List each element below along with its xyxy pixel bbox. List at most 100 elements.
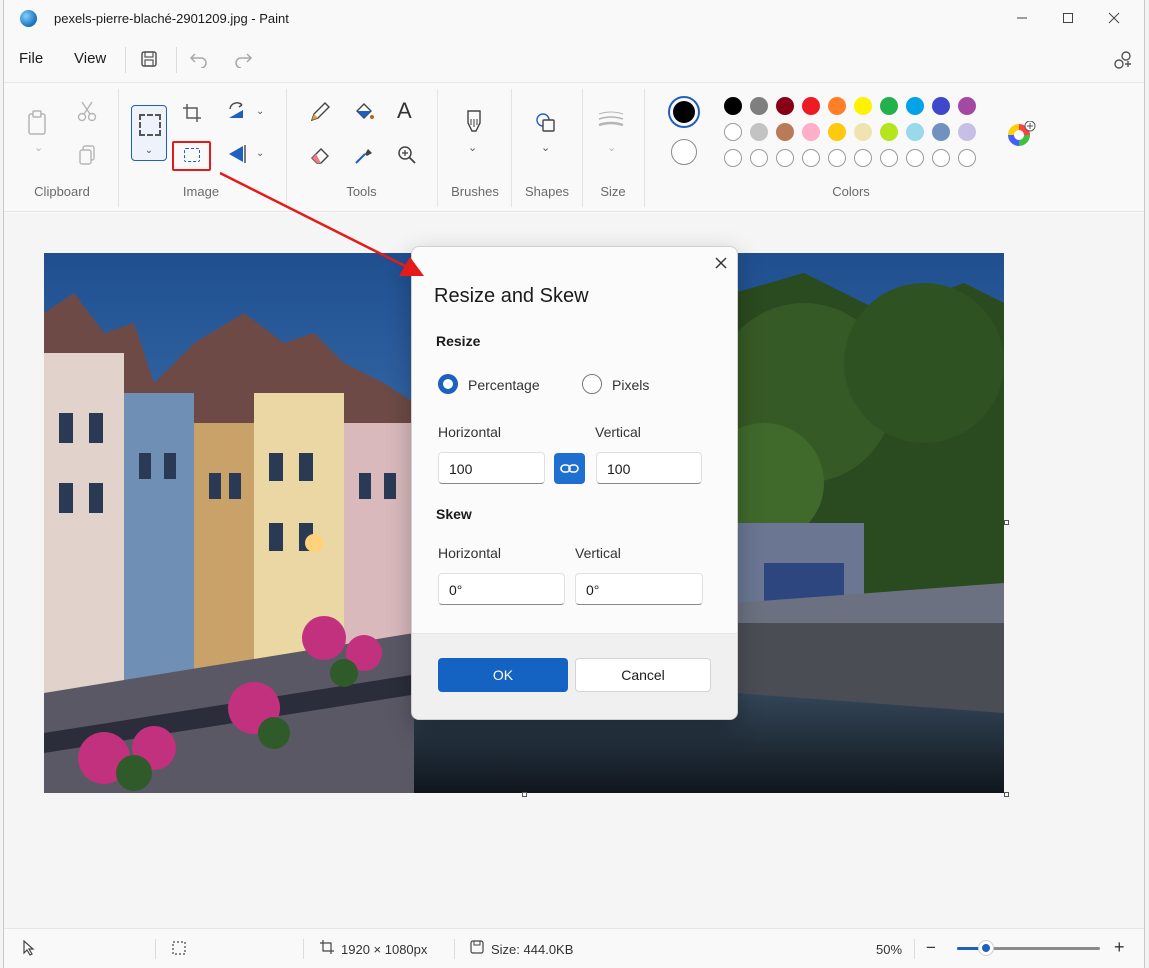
- palette-swatch[interactable]: [802, 97, 820, 115]
- shapes-icon[interactable]: [534, 111, 558, 139]
- custom-color-slot[interactable]: [880, 149, 898, 167]
- cancel-button[interactable]: Cancel: [575, 658, 711, 692]
- shapes-dropdown-icon[interactable]: ⌄: [541, 143, 550, 154]
- status-divider: [303, 939, 304, 959]
- custom-color-slot[interactable]: [776, 149, 794, 167]
- image-dimensions: 1920 × 1080px: [341, 942, 428, 957]
- magnifier-icon[interactable]: [397, 145, 417, 169]
- palette-swatch[interactable]: [932, 123, 950, 141]
- copy-icon[interactable]: [78, 145, 96, 169]
- ok-button[interactable]: OK: [438, 658, 568, 692]
- paint-window: pexels-pierre-blaché-2901209.jpg - Paint…: [3, 0, 1145, 968]
- skew-vertical-input[interactable]: 0°: [575, 573, 703, 605]
- resize-horizontal-input[interactable]: 100: [438, 452, 545, 484]
- pixels-label[interactable]: Pixels: [612, 377, 649, 393]
- crop-icon[interactable]: [182, 103, 202, 127]
- custom-color-slot[interactable]: [828, 149, 846, 167]
- brush-icon[interactable]: [465, 109, 483, 141]
- custom-color-slot[interactable]: [724, 149, 742, 167]
- canvas-area[interactable]: Resize and Skew Resize Percentage Pixels…: [4, 213, 1144, 928]
- custom-color-slot[interactable]: [854, 149, 872, 167]
- cut-icon[interactable]: [77, 100, 97, 126]
- file-menu[interactable]: File: [19, 50, 43, 67]
- palette-swatch[interactable]: [906, 123, 924, 141]
- custom-color-slot[interactable]: [802, 149, 820, 167]
- primary-color-button[interactable]: [668, 96, 700, 128]
- custom-color-slot[interactable]: [750, 149, 768, 167]
- resize-vertical-input[interactable]: 100: [596, 452, 702, 484]
- palette-swatch[interactable]: [776, 123, 794, 141]
- flip-dropdown-icon[interactable]: ⌄: [256, 149, 264, 159]
- rotate-dropdown-icon[interactable]: ⌄: [256, 107, 264, 117]
- palette-swatch[interactable]: [828, 97, 846, 115]
- palette-swatch[interactable]: [802, 123, 820, 141]
- maximize-icon: [1063, 13, 1073, 23]
- view-menu[interactable]: View: [74, 50, 106, 67]
- pixels-radio[interactable]: [582, 374, 602, 394]
- share-icon[interactable]: [1113, 50, 1133, 75]
- primary-color-swatch: [673, 101, 695, 123]
- resize-and-skew-button[interactable]: [172, 141, 211, 171]
- undo-icon[interactable]: [189, 50, 209, 73]
- window-title: pexels-pierre-blaché-2901209.jpg - Paint: [54, 11, 289, 26]
- selection-size-icon: [172, 941, 186, 958]
- skew-horizontal-input[interactable]: 0°: [438, 573, 565, 605]
- palette-swatch[interactable]: [958, 97, 976, 115]
- palette-swatch[interactable]: [880, 97, 898, 115]
- palette-swatch[interactable]: [958, 123, 976, 141]
- paste-icon[interactable]: [26, 110, 50, 142]
- ribbon-divider: [118, 89, 119, 207]
- palette-swatch[interactable]: [750, 97, 768, 115]
- minimize-button[interactable]: [999, 0, 1045, 36]
- palette-swatch[interactable]: [828, 123, 846, 141]
- file-size: Size: 444.0KB: [491, 942, 574, 957]
- palette-swatch[interactable]: [854, 123, 872, 141]
- palette-swatch[interactable]: [724, 123, 742, 141]
- paste-dropdown-icon[interactable]: ⌄: [34, 143, 43, 154]
- flip-icon[interactable]: [226, 143, 250, 169]
- dialog-close-button[interactable]: [715, 254, 727, 274]
- pencil-icon[interactable]: [309, 101, 331, 127]
- zoom-slider[interactable]: [957, 940, 1100, 956]
- resize-handle-right[interactable]: [1004, 520, 1009, 525]
- maximize-button[interactable]: [1045, 0, 1091, 36]
- color-picker-icon[interactable]: [353, 145, 375, 169]
- zoom-in-button[interactable]: +: [1114, 937, 1125, 958]
- custom-color-slot[interactable]: [932, 149, 950, 167]
- eraser-icon[interactable]: [309, 145, 331, 169]
- resize-vertical-label: Vertical: [595, 424, 641, 440]
- percentage-label[interactable]: Percentage: [468, 377, 540, 393]
- palette-swatch[interactable]: [932, 97, 950, 115]
- custom-color-slot[interactable]: [906, 149, 924, 167]
- fill-bucket-icon[interactable]: [353, 101, 375, 127]
- palette-swatch[interactable]: [880, 123, 898, 141]
- brushes-dropdown-icon[interactable]: ⌄: [468, 143, 477, 154]
- resize-horizontal-label: Horizontal: [438, 424, 502, 440]
- ribbon-toolbar: ⌄ Clipboard ⌄ ⌄ ⌄ Image A Tools ⌄ Brushe…: [4, 82, 1144, 212]
- palette-swatch[interactable]: [750, 123, 768, 141]
- redo-icon[interactable]: [233, 50, 253, 73]
- percentage-radio[interactable]: [438, 374, 458, 394]
- palette-swatch[interactable]: [776, 97, 794, 115]
- palette-swatch[interactable]: [906, 97, 924, 115]
- secondary-color-button[interactable]: [671, 139, 697, 165]
- palette-swatch[interactable]: [854, 97, 872, 115]
- save-icon[interactable]: [140, 50, 158, 73]
- resize-handle-bottom[interactable]: [522, 792, 527, 797]
- custom-color-slot[interactable]: [958, 149, 976, 167]
- zoom-slider-thumb[interactable]: [977, 940, 994, 956]
- stroke-size-icon[interactable]: [598, 111, 624, 135]
- maintain-aspect-ratio-button[interactable]: [554, 453, 585, 484]
- palette-swatch[interactable]: [724, 97, 742, 115]
- edit-colors-icon[interactable]: [1007, 120, 1037, 153]
- text-tool-icon[interactable]: A: [397, 100, 412, 122]
- zoom-out-button[interactable]: −: [926, 938, 936, 958]
- close-button[interactable]: [1091, 0, 1137, 36]
- rotate-icon[interactable]: [226, 101, 250, 127]
- resize-handle-corner[interactable]: [1004, 792, 1009, 797]
- select-button[interactable]: ⌄: [131, 105, 167, 161]
- skew-vertical-label: Vertical: [575, 545, 621, 561]
- size-dropdown-icon[interactable]: ⌄: [607, 143, 616, 154]
- ribbon-divider: [437, 89, 438, 207]
- menu-bar: File View: [4, 40, 1144, 80]
